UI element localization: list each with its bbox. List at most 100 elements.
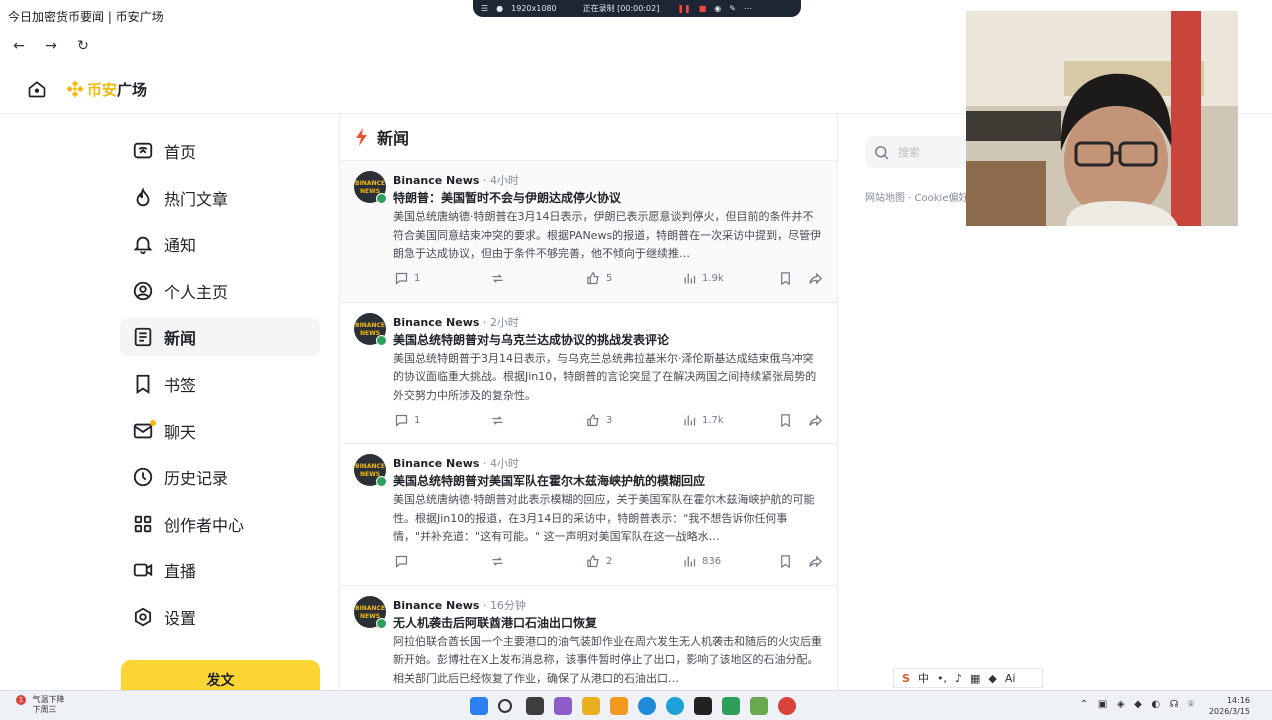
news-icon: [134, 328, 152, 347]
ime-ai[interactable]: Ai: [1005, 672, 1016, 685]
reload-icon[interactable]: ↻: [72, 36, 94, 56]
footer-links[interactable]: 网站地图 · Cookie偏好: [865, 189, 968, 204]
menu-icon[interactable]: ☰: [481, 4, 488, 13]
windows-start-icon[interactable]: [470, 697, 488, 715]
repost-button[interactable]: [490, 413, 510, 428]
more-icon[interactable]: ⋯: [744, 4, 752, 13]
sidebar-item-live[interactable]: 直播: [120, 551, 320, 589]
bookmark-icon: [781, 413, 790, 427]
repost-button[interactable]: [490, 271, 510, 286]
sidebar-item-history[interactable]: 历史记录: [120, 458, 320, 496]
home-screen-icon: [133, 142, 153, 159]
share-button[interactable]: [808, 271, 828, 286]
lightning-icon: [356, 128, 367, 146]
skin-icon[interactable]: ◆: [988, 672, 996, 685]
bookmark-button[interactable]: [778, 413, 798, 428]
ime-mode[interactable]: 中: [918, 670, 929, 686]
chrome-icon[interactable]: [638, 697, 656, 715]
post-author[interactable]: Binance News: [393, 457, 479, 470]
repost-button[interactable]: [490, 554, 510, 569]
sidebar-item-chat[interactable]: 聊天: [120, 412, 320, 450]
home-icon[interactable]: [27, 79, 47, 99]
weather-widget[interactable]: 1 气温下降 下周三: [16, 695, 65, 715]
sidebar-item-notifications[interactable]: 通知: [120, 225, 320, 263]
post-body[interactable]: 阿拉伯联合酋长国一个主要港口的油气装卸作业在周六发生无人机袭击和随后的火灾后重新…: [393, 633, 823, 689]
sidebar-item-trending[interactable]: 热门文章: [120, 179, 320, 217]
sidebar-item-creator-center[interactable]: 创作者中心: [120, 505, 320, 543]
news-post[interactable]: BINANCE NEWS Binance News · 4小时 美国总统特朗普对美…: [340, 443, 837, 585]
app-icon-3[interactable]: [694, 697, 712, 715]
bookmark-button[interactable]: [778, 271, 798, 286]
sidebar-item-label: 聊天: [164, 422, 197, 442]
task-view-icon[interactable]: [526, 697, 544, 715]
stop-icon[interactable]: ■: [699, 4, 707, 13]
bookmark-button[interactable]: [778, 554, 798, 569]
punctuation-icon[interactable]: •,: [937, 672, 947, 685]
post-title[interactable]: 美国总统特朗普对与乌克兰达成协议的挑战发表评论: [393, 331, 823, 348]
app-icon-4[interactable]: [722, 697, 740, 715]
sidebar-item-news[interactable]: 新闻: [120, 318, 320, 357]
post-author[interactable]: Binance News: [393, 174, 479, 187]
app-icon-1[interactable]: [554, 697, 572, 715]
back-arrow-icon[interactable]: ←: [8, 36, 30, 56]
app-icon-5[interactable]: [750, 697, 768, 715]
comment-button[interactable]: 1: [394, 413, 420, 428]
recorder-app-icon[interactable]: [778, 697, 796, 715]
like-button[interactable]: 3: [586, 413, 612, 428]
post-body[interactable]: 美国总统唐纳德·特朗普在3月14日表示，伊朗已表示愿意谈判停火，但目前的条件并不…: [393, 208, 823, 264]
sidebar-item-label: 首页: [164, 143, 197, 162]
taskbar-clock[interactable]: 14:16 2026/3/15: [1209, 695, 1250, 717]
post-title[interactable]: 无人机袭击后阿联酋港口石油出口恢复: [393, 614, 823, 631]
square-logo[interactable]: 币安 广场: [66, 78, 147, 100]
sidebar-item-settings[interactable]: 设置: [120, 598, 320, 636]
bookmark-icon: [136, 374, 150, 394]
clock-time: 14:16: [1226, 696, 1250, 705]
file-explorer-icon[interactable]: [582, 697, 600, 715]
system-tray[interactable]: ⌃ ▣ ◈ ◆ ◐ ☊ ⌾: [1080, 699, 1194, 710]
weather-badge: 1: [16, 695, 26, 705]
news-post[interactable]: BINANCE NEWS Binance News · 2小时 美国总统特朗普对与…: [340, 301, 837, 444]
share-button[interactable]: [808, 413, 828, 428]
sidebar-item-bookmarks[interactable]: 书签: [120, 365, 320, 403]
post-title[interactable]: 特朗普：美国暂时不会与伊朗达成停火协议: [393, 189, 823, 206]
app-icon-2[interactable]: [610, 697, 628, 715]
pen-icon[interactable]: ✎: [729, 4, 736, 13]
search-taskbar-icon[interactable]: [498, 699, 512, 713]
voice-icon[interactable]: ♪: [955, 672, 962, 685]
post-body[interactable]: 美国总统唐纳德·特朗普对此表示模糊的回应，关于美国军队在霍尔木兹海峡护航的可能性…: [393, 491, 823, 547]
recording-resolution: 1920x1080: [511, 4, 557, 13]
like-button[interactable]: 5: [586, 271, 612, 286]
bar-chart-icon: [684, 556, 696, 567]
sidebar-item-label: 通知: [164, 236, 197, 256]
news-post[interactable]: BINANCE NEWS Binance News · 16分钟 无人机袭击后阿联…: [340, 584, 837, 690]
comment-button[interactable]: 1: [394, 271, 420, 286]
search-input[interactable]: [898, 145, 968, 159]
post-title[interactable]: 美国总统特朗普对美国军队在霍尔木兹海峡护航的模糊回应: [393, 472, 823, 489]
sogou-icon[interactable]: S: [902, 672, 910, 685]
camera-icon[interactable]: ◉: [714, 4, 721, 13]
sidebar-item-home[interactable]: 首页: [120, 132, 320, 170]
share-button[interactable]: [808, 554, 828, 569]
view-count: 1.7k: [702, 414, 724, 426]
gear-icon: [134, 607, 152, 627]
views-indicator: 836: [682, 554, 721, 569]
post-time: 4小时: [489, 457, 519, 471]
post-author[interactable]: Binance News: [393, 599, 479, 612]
comment-button[interactable]: [394, 554, 414, 569]
forward-arrow-icon[interactable]: →: [40, 36, 62, 56]
bar-chart-icon: [684, 273, 696, 284]
mic-icon[interactable]: ●: [496, 4, 503, 13]
pause-icon[interactable]: ❚❚: [677, 4, 690, 13]
clock-icon: [133, 467, 153, 487]
thumbs-up-icon: [587, 555, 599, 568]
edge-icon[interactable]: [666, 697, 684, 715]
post-body[interactable]: 美国总统特朗普于3月14日表示，与乌克兰总统弗拉基米尔·泽伦斯基达成结束俄乌冲突…: [393, 350, 823, 406]
sidebar-item-profile[interactable]: 个人主页: [120, 272, 320, 310]
news-post[interactable]: BINANCE NEWS Binance News · 4小时 特朗普：美国暂时不…: [340, 160, 837, 302]
post-author[interactable]: Binance News: [393, 316, 479, 329]
comment-count: 1: [414, 273, 421, 284]
post-time: 4小时: [489, 174, 519, 187]
like-button[interactable]: 2: [586, 554, 612, 569]
keyboard-icon[interactable]: ▦: [970, 672, 980, 685]
comment-icon: [395, 556, 408, 568]
